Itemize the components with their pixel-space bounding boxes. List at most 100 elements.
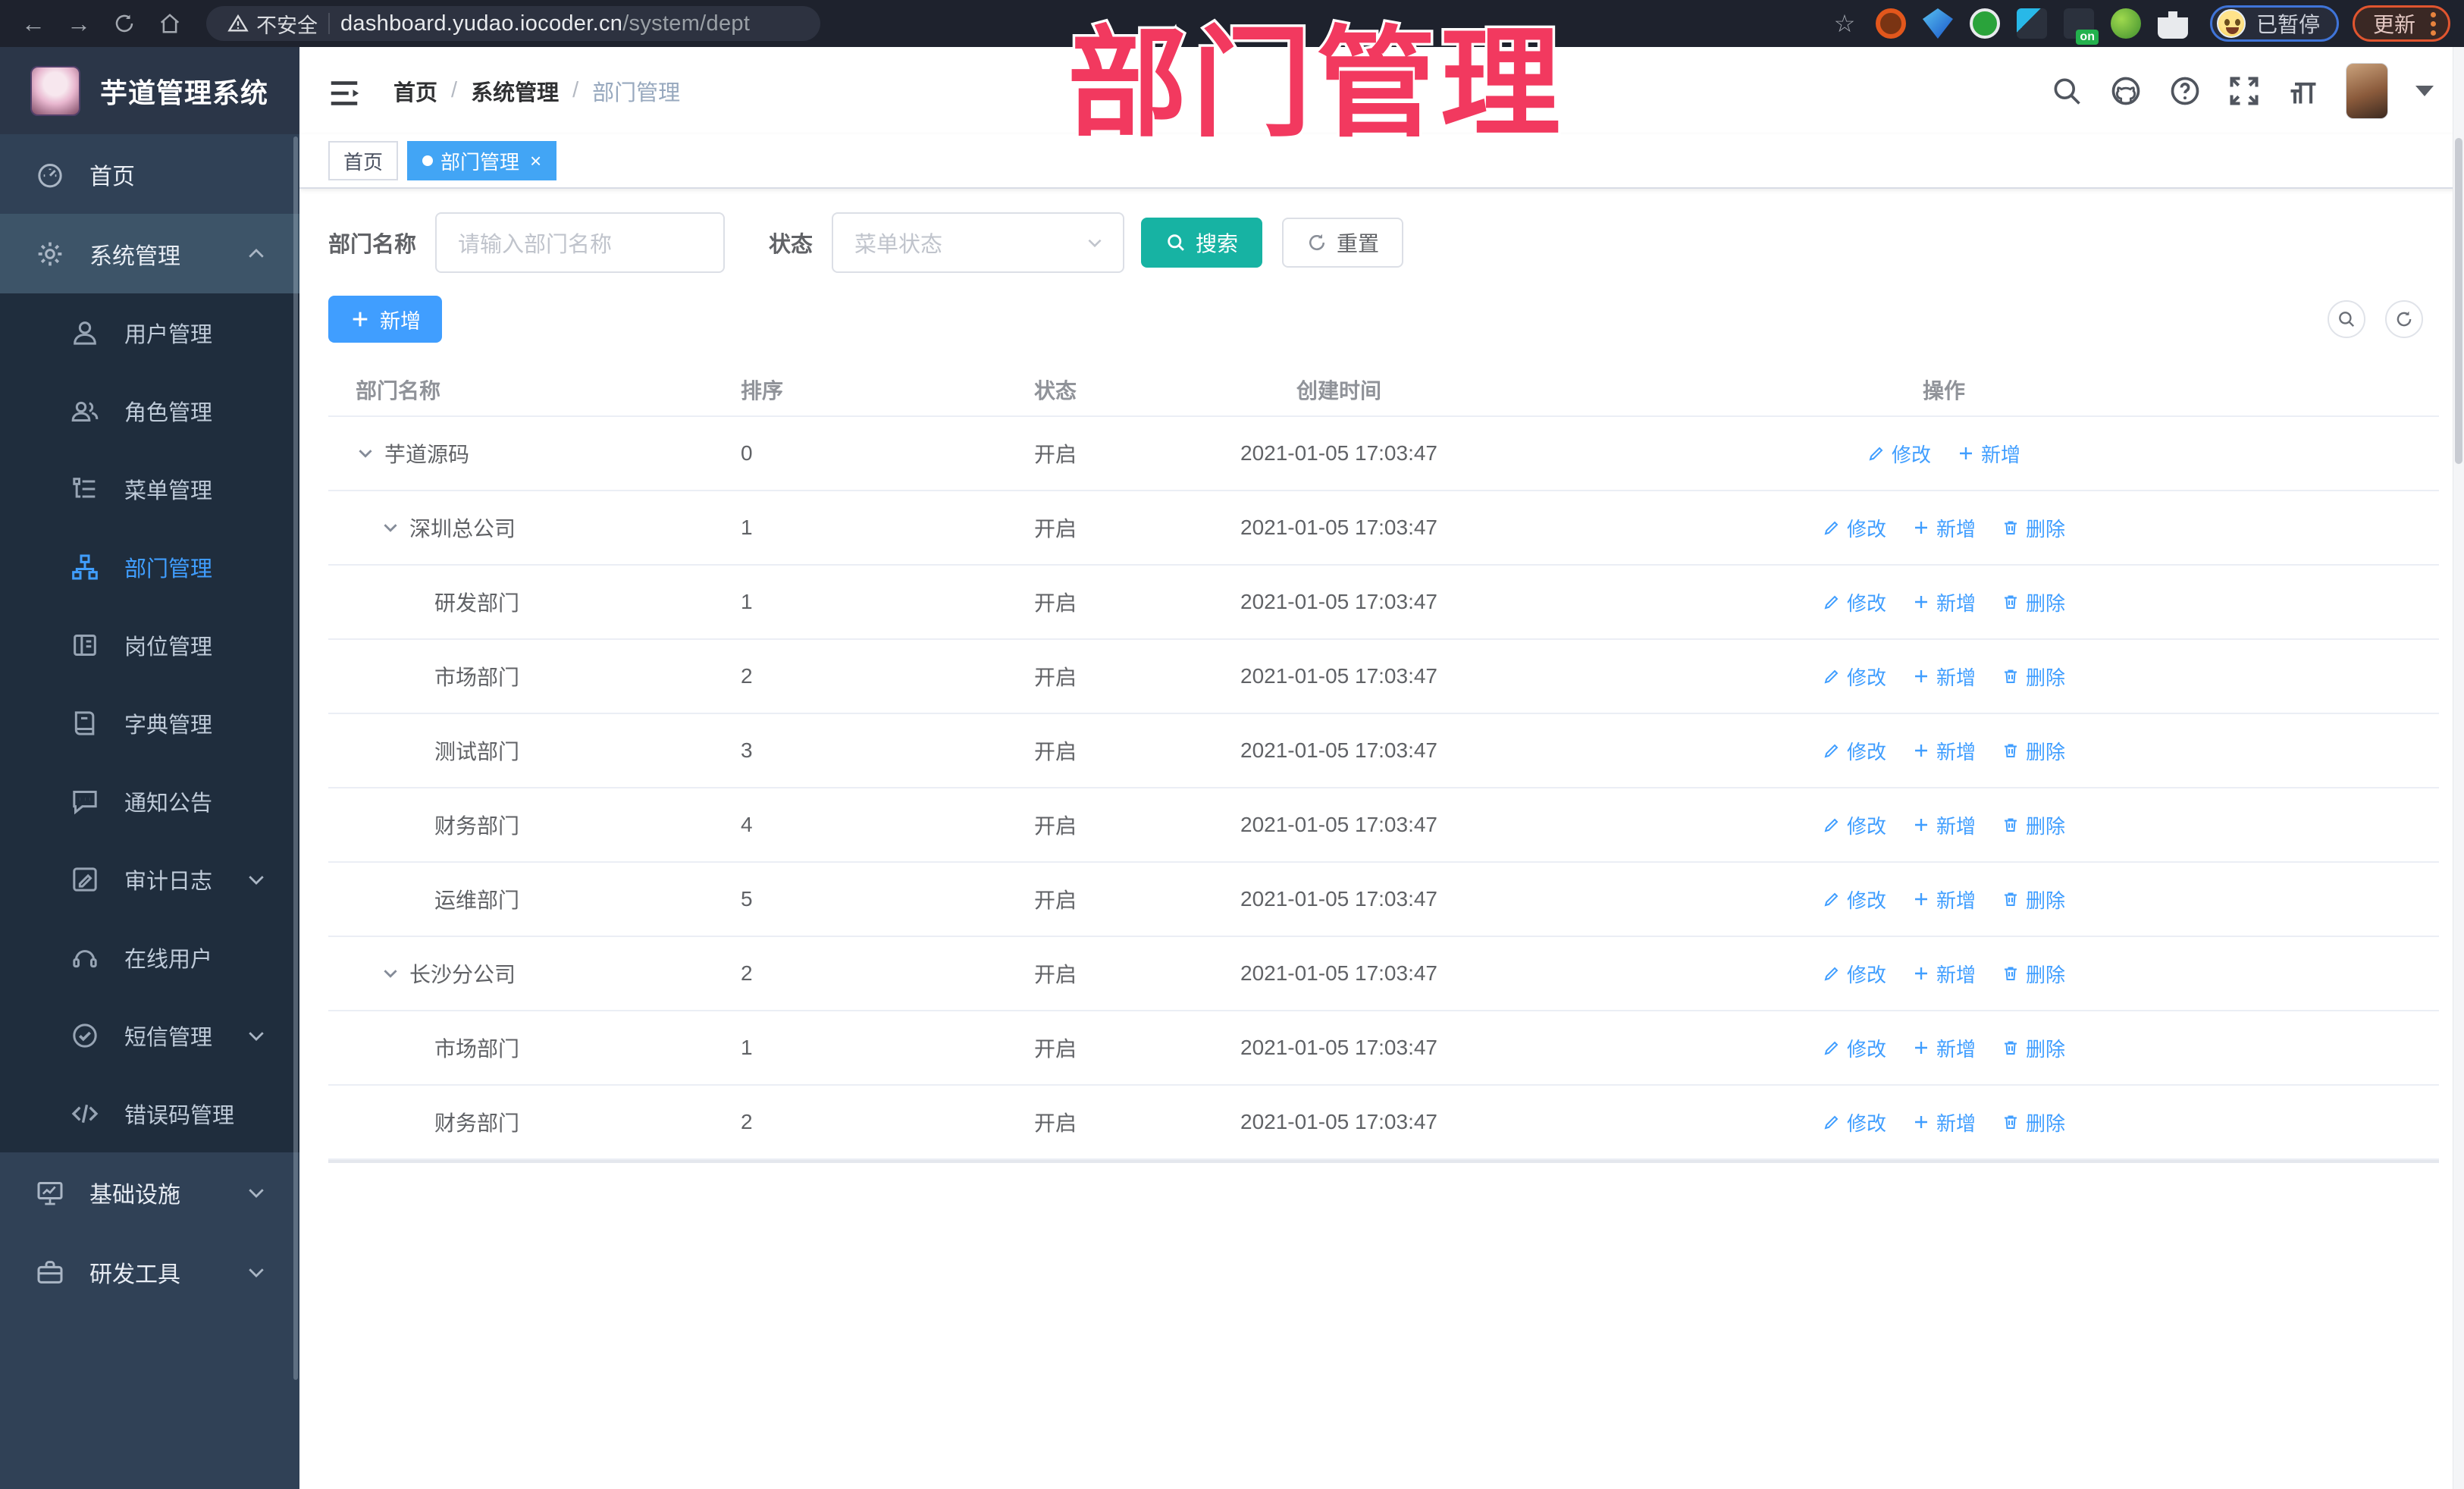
extension-icon-green-check[interactable] bbox=[1969, 8, 2000, 39]
extension-icon-orange[interactable] bbox=[1875, 8, 1906, 39]
action-label: 修改 bbox=[1846, 517, 1886, 541]
breadcrumb-item[interactable]: 系统管理 bbox=[471, 75, 559, 107]
expand-caret-icon[interactable] bbox=[356, 444, 375, 463]
browser-forward-button[interactable]: → bbox=[59, 5, 99, 42]
dept-name-input[interactable]: 请输入部门名称 bbox=[435, 212, 726, 273]
sidebar-logo-bar[interactable]: 芋道管理系统 bbox=[0, 47, 299, 134]
address-bar[interactable]: 不安全 dashboard.yudao.iocoder.cn/system/de… bbox=[206, 6, 820, 41]
extension-icon-blue-gem[interactable] bbox=[1922, 8, 1953, 39]
delete-row-button[interactable]: 删除 bbox=[2002, 886, 2065, 914]
expand-caret-icon[interactable] bbox=[381, 964, 400, 983]
close-tab-icon[interactable]: × bbox=[530, 151, 541, 171]
add-row-button[interactable]: 新增 bbox=[1912, 960, 1976, 988]
github-icon[interactable] bbox=[2109, 74, 2143, 108]
expand-caret-icon[interactable] bbox=[381, 518, 400, 538]
add-row-button[interactable]: 新增 bbox=[1912, 514, 1976, 542]
browser-update-button[interactable]: 更新 bbox=[2352, 5, 2450, 42]
help-icon[interactable] bbox=[2168, 74, 2202, 108]
search-button[interactable]: 搜索 bbox=[1141, 218, 1263, 268]
edit-row-button[interactable]: 修改 bbox=[1823, 588, 1886, 616]
browser-back-button[interactable]: ← bbox=[14, 5, 53, 42]
sidebar-item-审计日志[interactable]: 审计日志 bbox=[0, 840, 299, 918]
sidebar-item-岗位管理[interactable]: 岗位管理 bbox=[0, 606, 299, 684]
delete-row-button[interactable]: 删除 bbox=[2002, 663, 2065, 691]
user-avatar[interactable] bbox=[2346, 62, 2388, 119]
edit-row-button[interactable]: 修改 bbox=[1823, 960, 1886, 988]
extension-icon-on-badge[interactable]: on bbox=[2063, 8, 2099, 45]
tab-label: 部门管理 bbox=[440, 150, 520, 174]
sidebar-collapse-button[interactable] bbox=[327, 76, 362, 106]
sidebar-item-字典管理[interactable]: 字典管理 bbox=[0, 684, 299, 762]
tag-tab[interactable]: 部门管理 × bbox=[407, 141, 557, 180]
add-row-button[interactable]: 新增 bbox=[1912, 886, 1976, 914]
actions-cell: 修改 新增 bbox=[1449, 440, 2439, 468]
page-scrollbar[interactable] bbox=[2453, 47, 2464, 1489]
browser-home-button[interactable] bbox=[150, 5, 190, 42]
sidebar-item-label: 部门管理 bbox=[124, 556, 213, 581]
edit-row-button[interactable]: 修改 bbox=[1823, 663, 1886, 691]
extension-icon-grid[interactable] bbox=[2016, 8, 2047, 39]
toggle-search-button[interactable] bbox=[2328, 300, 2365, 338]
sidebar-item-部门管理[interactable]: 部门管理 bbox=[0, 528, 299, 606]
status-select[interactable]: 菜单状态 bbox=[832, 212, 1125, 273]
edit-row-button[interactable]: 修改 bbox=[1823, 737, 1886, 765]
add-row-button[interactable]: 新增 bbox=[1912, 1034, 1976, 1062]
add-row-button[interactable]: 新增 bbox=[1912, 811, 1976, 839]
user-menu-caret-icon[interactable] bbox=[2415, 85, 2434, 96]
sidebar-item-基础设施[interactable]: 基础设施 bbox=[0, 1152, 299, 1232]
delete-row-button[interactable]: 删除 bbox=[2002, 737, 2065, 765]
edit-row-button[interactable]: 修改 bbox=[1823, 886, 1886, 914]
delete-row-button[interactable]: 删除 bbox=[2002, 1108, 2065, 1136]
table-row: 市场部门 2 开启 2021-01-05 17:03:47 修改 新增 删除 bbox=[328, 640, 2439, 714]
add-row-button[interactable]: 新增 bbox=[1912, 1108, 1976, 1136]
add-dept-button[interactable]: 新增 bbox=[328, 296, 442, 343]
browser-profile-chip[interactable]: 已暂停 bbox=[2209, 5, 2339, 42]
edit-row-button[interactable]: 修改 bbox=[1823, 1108, 1886, 1136]
warning-triangle-icon bbox=[227, 14, 249, 32]
edit-row-button[interactable]: 修改 bbox=[1823, 514, 1886, 542]
fullscreen-icon[interactable] bbox=[2227, 74, 2261, 108]
edit-row-button[interactable]: 修改 bbox=[1823, 1034, 1886, 1062]
table-header-row: 部门名称 排序 状态 创建时间 操作 bbox=[328, 364, 2439, 417]
edit-row-button[interactable]: 修改 bbox=[1823, 811, 1886, 839]
delete-row-button[interactable]: 删除 bbox=[2002, 1034, 2065, 1062]
sidebar-item-通知公告[interactable]: 通知公告 bbox=[0, 762, 299, 840]
search-icon[interactable] bbox=[2050, 74, 2083, 108]
sidebar-item-研发工具[interactable]: 研发工具 bbox=[0, 1232, 299, 1312]
add-row-button[interactable]: 新增 bbox=[1912, 588, 1976, 616]
extensions-puzzle-icon[interactable] bbox=[2157, 11, 2188, 39]
refresh-icon bbox=[2397, 311, 2412, 327]
sidebar-item-系统管理[interactable]: 系统管理 bbox=[0, 214, 299, 293]
sidebar-item-首页[interactable]: 首页 bbox=[0, 134, 299, 214]
security-warning[interactable]: 不安全 bbox=[227, 9, 318, 39]
font-size-icon[interactable] bbox=[2287, 74, 2320, 108]
sidebar-item-菜单管理[interactable]: 菜单管理 bbox=[0, 450, 299, 528]
browser-reload-button[interactable] bbox=[105, 5, 144, 42]
sidebar-item-错误码管理[interactable]: 错误码管理 bbox=[0, 1074, 299, 1152]
add-row-button[interactable]: 新增 bbox=[1912, 737, 1976, 765]
dept-name-cell: 财务部门 bbox=[328, 1107, 713, 1137]
breadcrumb-item[interactable]: 首页 bbox=[393, 75, 437, 107]
sidebar-item-label: 角色管理 bbox=[124, 400, 213, 425]
tag-tab[interactable]: 首页 bbox=[328, 141, 399, 180]
delete-row-button[interactable]: 删除 bbox=[2002, 960, 2065, 988]
sort-cell: 1 bbox=[741, 516, 753, 539]
status-cell: 开启 bbox=[1034, 740, 1077, 763]
reset-button[interactable]: 重置 bbox=[1282, 218, 1404, 268]
delete-row-button[interactable]: 删除 bbox=[2002, 588, 2065, 616]
sidebar-scrollbar[interactable] bbox=[293, 136, 298, 1380]
delete-row-button[interactable]: 删除 bbox=[2002, 811, 2065, 839]
sidebar-item-角色管理[interactable]: 角色管理 bbox=[0, 371, 299, 450]
bookmark-star-icon[interactable]: ☆ bbox=[1825, 5, 1864, 42]
add-row-button[interactable]: 新增 bbox=[1957, 440, 2020, 468]
edit-row-button[interactable]: 修改 bbox=[1867, 440, 1931, 468]
browser-menu-icon[interactable] bbox=[2431, 11, 2436, 36]
extension-icon-green-key[interactable] bbox=[2110, 8, 2141, 39]
refresh-table-button[interactable] bbox=[2385, 300, 2423, 338]
sidebar-item-在线用户[interactable]: 在线用户 bbox=[0, 918, 299, 996]
sidebar-item-短信管理[interactable]: 短信管理 bbox=[0, 996, 299, 1074]
delete-row-button[interactable]: 删除 bbox=[2002, 514, 2065, 542]
scrollbar-thumb[interactable] bbox=[2455, 138, 2462, 464]
add-row-button[interactable]: 新增 bbox=[1912, 663, 1976, 691]
sidebar-item-用户管理[interactable]: 用户管理 bbox=[0, 293, 299, 371]
